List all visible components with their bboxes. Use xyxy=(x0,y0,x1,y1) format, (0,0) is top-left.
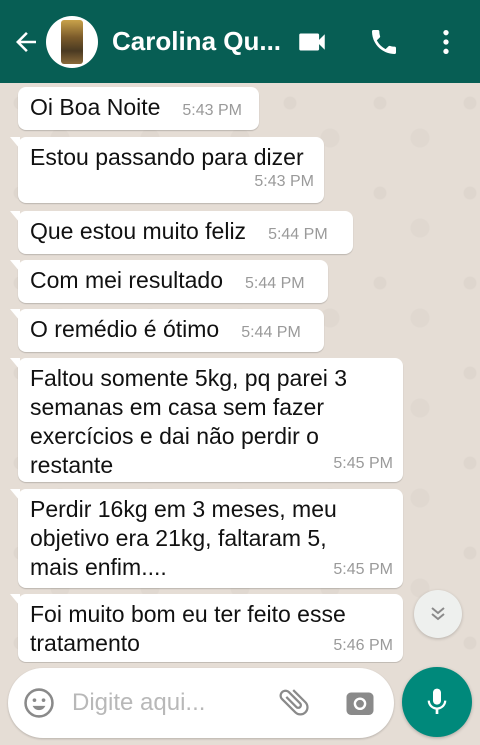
message-bubble[interactable]: Perdir 16kg em 3 meses, meu objetivo era… xyxy=(10,489,403,588)
attach-button[interactable] xyxy=(276,684,312,725)
camera-icon xyxy=(346,692,374,715)
phone-icon xyxy=(372,30,396,54)
voice-call-button[interactable] xyxy=(366,24,402,60)
message-time: 5:44 PM xyxy=(245,275,305,292)
message-text: Perdir 16kg em 3 meses, meu objetivo era… xyxy=(30,496,337,580)
more-vert-icon xyxy=(443,30,449,54)
bubble-tail xyxy=(10,594,20,606)
message-text: Com mei resultado xyxy=(30,267,224,293)
message-time: 5:43 PM xyxy=(182,102,242,119)
message-bubble[interactable]: Faltou somente 5kg, pq parei 3 semanas e… xyxy=(10,358,403,482)
contact-avatar[interactable] xyxy=(46,15,98,68)
message-text: O remédio é ótimo xyxy=(30,316,220,342)
message-list[interactable]: Oi Boa Noite 5:43 PM Estou passando para … xyxy=(0,83,480,663)
message-text: Foi muito bom eu ter feito esse tratamen… xyxy=(30,601,346,656)
avatar-image xyxy=(61,19,83,64)
message-time: 5:45 PM xyxy=(333,561,393,578)
bubble-tail xyxy=(10,358,20,370)
bubble-tail xyxy=(10,489,20,501)
message-bubble[interactable]: Oi Boa Noite 5:43 PM xyxy=(18,87,259,130)
message-text: Oi Boa Noite xyxy=(30,94,161,120)
microphone-icon xyxy=(427,688,447,714)
menu-button[interactable] xyxy=(428,24,464,60)
video-call-icon xyxy=(299,33,325,51)
message-bubble[interactable]: Que estou muito feliz 5:44 PM xyxy=(10,211,353,254)
chat-header: Carolina Qu... xyxy=(0,0,480,83)
message-time: 5:45 PM xyxy=(333,455,393,472)
camera-button[interactable] xyxy=(342,685,378,726)
bubble-tail xyxy=(10,137,20,149)
message-time: 5:44 PM xyxy=(268,226,328,243)
scroll-to-bottom-button[interactable] xyxy=(414,590,462,638)
contact-name[interactable]: Carolina Qu... xyxy=(112,26,282,57)
message-bubble[interactable]: Com mei resultado 5:44 PM xyxy=(10,260,328,303)
voice-record-button[interactable] xyxy=(402,667,472,737)
double-chevron-down-icon xyxy=(431,607,445,621)
message-text: Que estou muito feliz xyxy=(30,218,247,244)
emoji-icon xyxy=(24,688,54,718)
arrow-left-icon xyxy=(16,31,36,52)
message-time: 5:43 PM xyxy=(254,173,314,190)
bubble-tail xyxy=(10,309,20,321)
message-composer xyxy=(8,668,394,738)
message-time: 5:44 PM xyxy=(241,324,301,341)
paperclip-icon xyxy=(279,689,309,716)
message-text: Estou passando para dizer xyxy=(30,144,304,170)
message-bubble[interactable]: Foi muito bom eu ter feito esse tratamen… xyxy=(10,594,403,662)
message-input[interactable] xyxy=(72,686,262,720)
message-text: Faltou somente 5kg, pq parei 3 semanas e… xyxy=(30,365,348,478)
message-bubble[interactable]: O remédio é ótimo 5:44 PM xyxy=(10,309,324,352)
message-time: 5:46 PM xyxy=(333,637,393,654)
video-call-button[interactable] xyxy=(294,24,330,60)
emoji-button[interactable] xyxy=(22,686,56,725)
bubble-tail xyxy=(10,211,20,223)
message-bubble[interactable]: Estou passando para dizer 5:43 PM xyxy=(10,137,324,203)
back-button[interactable] xyxy=(6,0,46,83)
bubble-tail xyxy=(10,260,20,272)
